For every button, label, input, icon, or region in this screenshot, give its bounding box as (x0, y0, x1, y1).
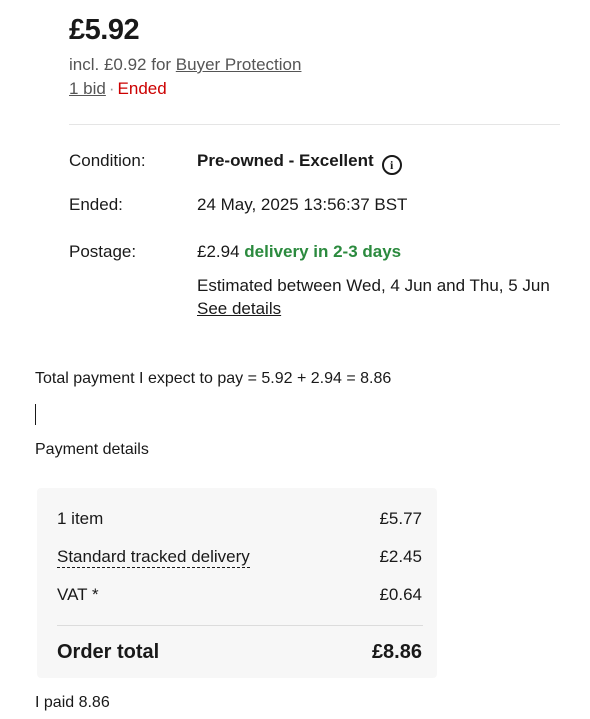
items-value: £5.77 (379, 509, 422, 528)
total-divider (57, 625, 423, 626)
estimated-delivery: Estimated between Wed, 4 Jun and Thu, 5 … (197, 276, 550, 295)
delivery-label-text[interactable]: Standard tracked delivery (57, 547, 250, 568)
condition-value: Pre-owned - Excellent (197, 151, 374, 170)
condition-label: Condition: (69, 151, 146, 170)
items-label: 1 item (57, 509, 104, 528)
order-total-label: Order total (57, 641, 160, 663)
vat-value: £0.64 (379, 585, 422, 604)
listing-status: Ended (117, 79, 167, 98)
bids-link[interactable]: 1 bid (69, 79, 106, 98)
paid-note: I paid 8.86 (35, 694, 110, 711)
separator-dot: · (108, 79, 115, 98)
ended-label: Ended: (69, 195, 123, 214)
postage-price: £2.94 (197, 242, 240, 261)
info-icon[interactable]: i (381, 155, 402, 175)
postage-value-row: £2.94 delivery in 2-3 days (197, 242, 401, 262)
incl-fee-text: incl. £0.92 for (69, 55, 176, 74)
buyer-protection-link[interactable]: Buyer Protection (176, 55, 302, 74)
delivery-label[interactable]: Standard tracked delivery (57, 547, 250, 568)
item-price: £5.92 (69, 14, 140, 46)
bid-status-line: 1 bid · Ended (69, 79, 167, 99)
order-total-value: £8.86 (371, 641, 422, 663)
see-details-link[interactable]: See details (197, 299, 281, 319)
delivery-value: £2.45 (379, 547, 422, 566)
vat-label: VAT * (57, 585, 99, 604)
postage-label: Postage: (69, 242, 137, 261)
text-cursor (35, 404, 36, 425)
payment-details-heading: Payment details (35, 441, 149, 458)
buyer-protection-note: incl. £0.92 for Buyer Protection (69, 55, 301, 75)
expected-total-note: Total payment I expect to pay = 5.92 + 2… (35, 370, 392, 387)
ended-value: 24 May, 2025 13:56:37 BST (197, 195, 408, 214)
condition-value-row: Pre-owned - Excellent i (197, 151, 402, 175)
section-divider (69, 124, 560, 125)
delivery-estimate: delivery in 2-3 days (244, 242, 402, 261)
